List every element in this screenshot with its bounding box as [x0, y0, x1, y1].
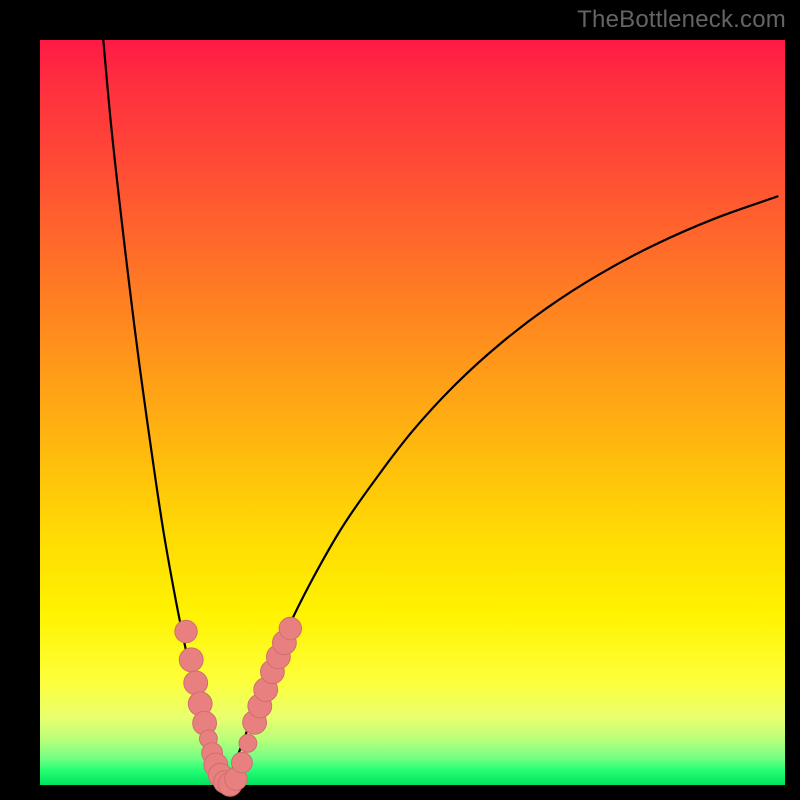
- highlight-markers: [175, 617, 302, 796]
- chart-overlay: [40, 40, 785, 785]
- highlight-marker: [175, 620, 197, 642]
- highlight-marker: [184, 671, 208, 695]
- highlight-marker: [179, 648, 203, 672]
- bottleneck-curve-left: [103, 40, 226, 785]
- highlight-marker: [279, 617, 301, 639]
- highlight-marker: [232, 752, 253, 773]
- chart-frame: TheBottleneck.com: [0, 0, 800, 800]
- highlight-marker: [239, 734, 257, 752]
- bottleneck-curve-right: [226, 196, 777, 785]
- watermark-text: TheBottleneck.com: [577, 6, 786, 34]
